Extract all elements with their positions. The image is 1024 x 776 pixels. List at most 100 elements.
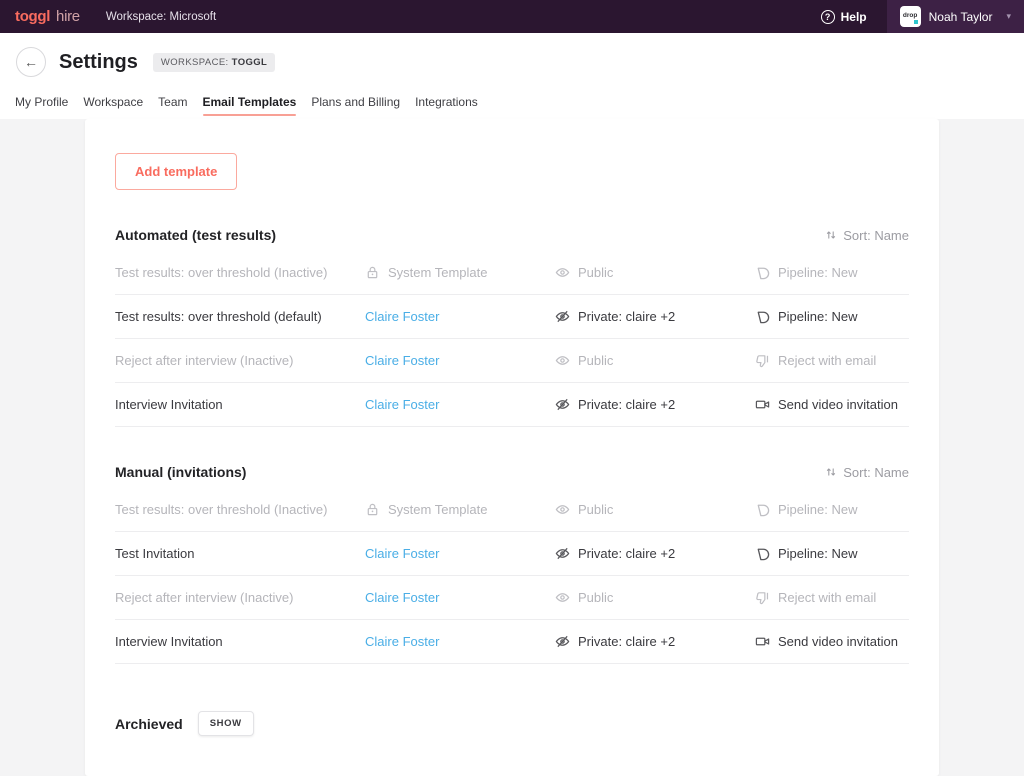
template-row[interactable]: Interview InvitationClaire FosterPrivate… [115,383,909,427]
settings-header: ← Settings WORKSPACE: TOGGL My Profile Wo… [0,33,1024,119]
template-owner: Claire Foster [365,590,555,605]
template-visibility: Private: claire +2 [555,309,755,324]
avatar: drop [900,6,921,27]
tab-team[interactable]: Team [158,95,187,119]
template-owner: Claire Foster [365,309,555,324]
logo-hire: hire [56,8,80,25]
email-templates-card: Add template Automated (test results) Sor… [85,119,939,776]
user-name: Noah Taylor [929,10,993,24]
template-row[interactable]: Interview InvitationClaire Foster Private… [115,620,909,664]
eye-icon [555,353,570,368]
page-body: Add template Automated (test results) Sor… [0,119,1024,762]
sort-label: Sort: Name [843,228,909,243]
template-action: Pipeline: New [755,265,909,280]
thumbs-down-icon [755,353,770,368]
template-row[interactable]: Reject after interview (Inactive)Claire … [115,576,909,620]
back-button[interactable]: ← [16,47,46,77]
question-circle-icon: ? [821,10,835,24]
template-name: Test results: over threshold (Inactive) [115,265,365,280]
sort-icon [824,228,838,242]
template-action: Pipeline: New [755,309,909,324]
help-label: Help [841,10,867,24]
template-action: Send video invitation [755,634,909,649]
template-name: Interview Invitation [115,634,365,649]
sort-control[interactable]: Sort: Name [824,228,909,243]
help-button[interactable]: ? Help [821,10,867,24]
template-action: Reject with email [755,353,909,368]
template-visibility: Private: claire +2 [555,634,755,649]
tab-email-templates[interactable]: Email Templates [203,95,297,119]
video-icon [755,634,770,649]
owner-link[interactable]: Claire Foster [365,590,439,605]
tab-plans-and-billing[interactable]: Plans and Billing [311,95,400,119]
sort-icon [824,465,838,479]
template-row[interactable]: Test InvitationClaire FosterPrivate: cla… [115,532,909,576]
section-automated-test-results: Automated (test results) Sort: Name Test r… [115,227,909,427]
tab-my-profile[interactable]: My Profile [15,95,68,119]
template-action: Reject with email [755,590,909,605]
template-row[interactable]: Test results: over threshold (Inactive)S… [115,251,909,295]
sort-control[interactable]: Sort: Name [824,465,909,480]
user-menu[interactable]: drop Noah Taylor ▾ [887,0,1024,33]
owner-link[interactable]: Claire Foster [365,309,439,324]
eye-icon [555,265,570,280]
template-owner: Claire Foster [365,634,555,649]
template-owner: System Template [365,265,555,280]
section-title: Automated (test results) [115,227,276,243]
archived-show-button[interactable]: SHOW [198,711,254,736]
template-name: Test Invitation [115,546,365,561]
template-action: Pipeline: New [755,546,909,561]
template-owner: Claire Foster [365,397,555,412]
eye-off-icon [555,634,570,649]
pipeline-icon [755,546,770,561]
system-template-label: System Template [365,502,487,517]
owner-link[interactable]: Claire Foster [365,397,439,412]
template-name: Test results: over threshold (Inactive) [115,502,365,517]
template-owner: System Template [365,502,555,517]
template-rows: Test results: over threshold (Inactive)S… [115,251,909,427]
eye-icon [555,590,570,605]
sort-label: Sort: Name [843,465,909,480]
badge-value: TOGGL [232,57,268,68]
tab-workspace[interactable]: Workspace [83,95,143,119]
back-arrow-icon: ← [24,54,38,70]
template-visibility: Private: claire +2 [555,397,755,412]
template-visibility: Public [555,265,755,280]
eye-off-icon [555,309,570,324]
avatar-text: drop [903,12,917,19]
logo-toggl: toggl [15,8,50,25]
owner-link[interactable]: Claire Foster [365,546,439,561]
template-sections: Automated (test results) Sort: Name Test r… [115,227,909,664]
top-bar: toggl hire Workspace: Microsoft ? Help d… [0,0,1024,33]
template-rows: Test results: over threshold (Inactive)S… [115,488,909,664]
workspace-label: Workspace: Microsoft [106,11,216,23]
template-visibility: Public [555,502,755,517]
template-row[interactable]: Test results: over threshold (default)Cl… [115,295,909,339]
badge-prefix: WORKSPACE: [161,57,229,68]
template-visibility: Public [555,590,755,605]
archived-title: Archieved [115,716,183,732]
template-row[interactable]: Reject after interview (Inactive)Claire … [115,339,909,383]
page-title: Settings [59,51,138,74]
template-action: Pipeline: New [755,502,909,517]
eye-icon [555,502,570,517]
topbar-right: ? Help drop Noah Taylor ▾ [821,0,1024,33]
eye-off-icon [555,397,570,412]
archived-section: Archieved SHOW [115,711,909,736]
video-icon [755,397,770,412]
pipeline-icon [755,265,770,280]
avatar-dot [914,20,918,24]
tab-bar: My Profile Workspace Team Email Templates Pl… [15,95,1024,119]
chevron-down-icon: ▾ [1006,11,1011,22]
template-owner: Claire Foster [365,546,555,561]
template-row[interactable]: Test results: over threshold (Inactive)S… [115,488,909,532]
owner-link[interactable]: Claire Foster [365,634,439,649]
pipeline-icon [755,309,770,324]
add-template-button[interactable]: Add template [115,153,237,190]
toggl-hire-logo[interactable]: toggl hire [15,8,80,25]
pipeline-icon [755,502,770,517]
lock-icon [365,502,380,517]
template-name: Reject after interview (Inactive) [115,353,365,368]
owner-link[interactable]: Claire Foster [365,353,439,368]
tab-integrations[interactable]: Integrations [415,95,478,119]
